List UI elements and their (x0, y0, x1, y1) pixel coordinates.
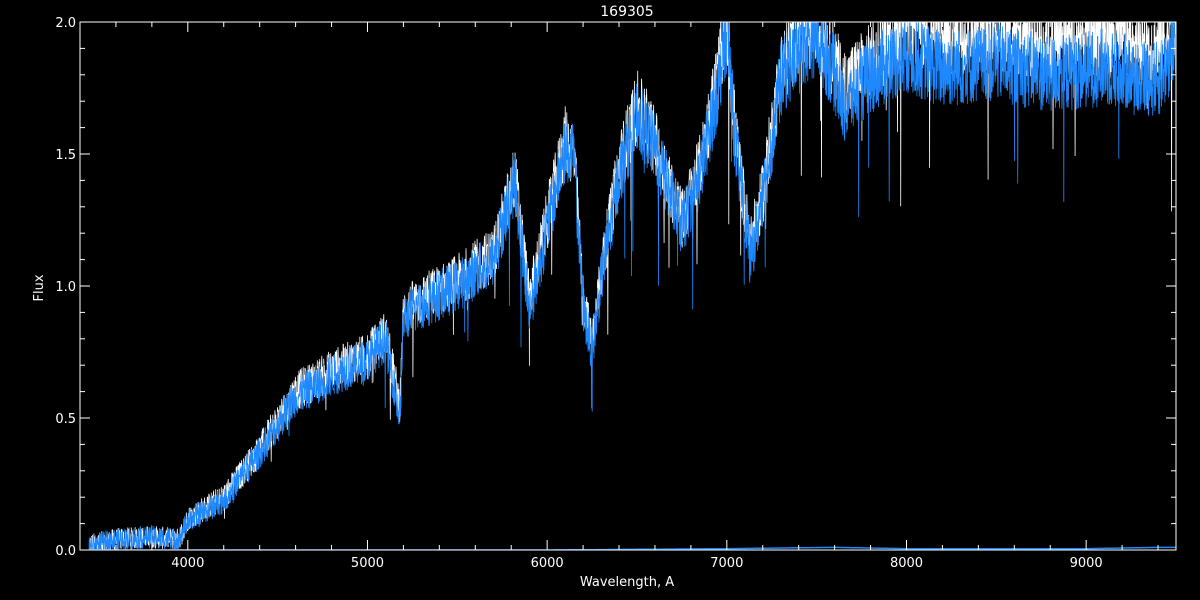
chart-title: 169305 (600, 4, 653, 20)
y-tick-label: 2.0 (55, 16, 76, 31)
x-tick-label: 6000 (531, 556, 564, 571)
x-tick-label: 8000 (890, 556, 923, 571)
y-tick-label: 1.0 (55, 280, 76, 295)
y-axis-label: Flux (32, 274, 47, 301)
y-tick-label: 1.5 (55, 148, 76, 163)
x-tick-label: 9000 (1070, 556, 1103, 571)
spectrum-chart: 4000 5000 6000 7000 8000 90000.00.51.01.52.0 … (0, 0, 1200, 600)
y-tick-label: 0.5 (55, 412, 76, 427)
x-tick-label: 5000 (351, 556, 384, 571)
x-tick-label: 4000 (171, 556, 204, 571)
x-axis-label: Wavelength, A (580, 575, 674, 590)
x-tick-label: 7000 (710, 556, 743, 571)
y-tick-label: 0.0 (55, 544, 76, 559)
